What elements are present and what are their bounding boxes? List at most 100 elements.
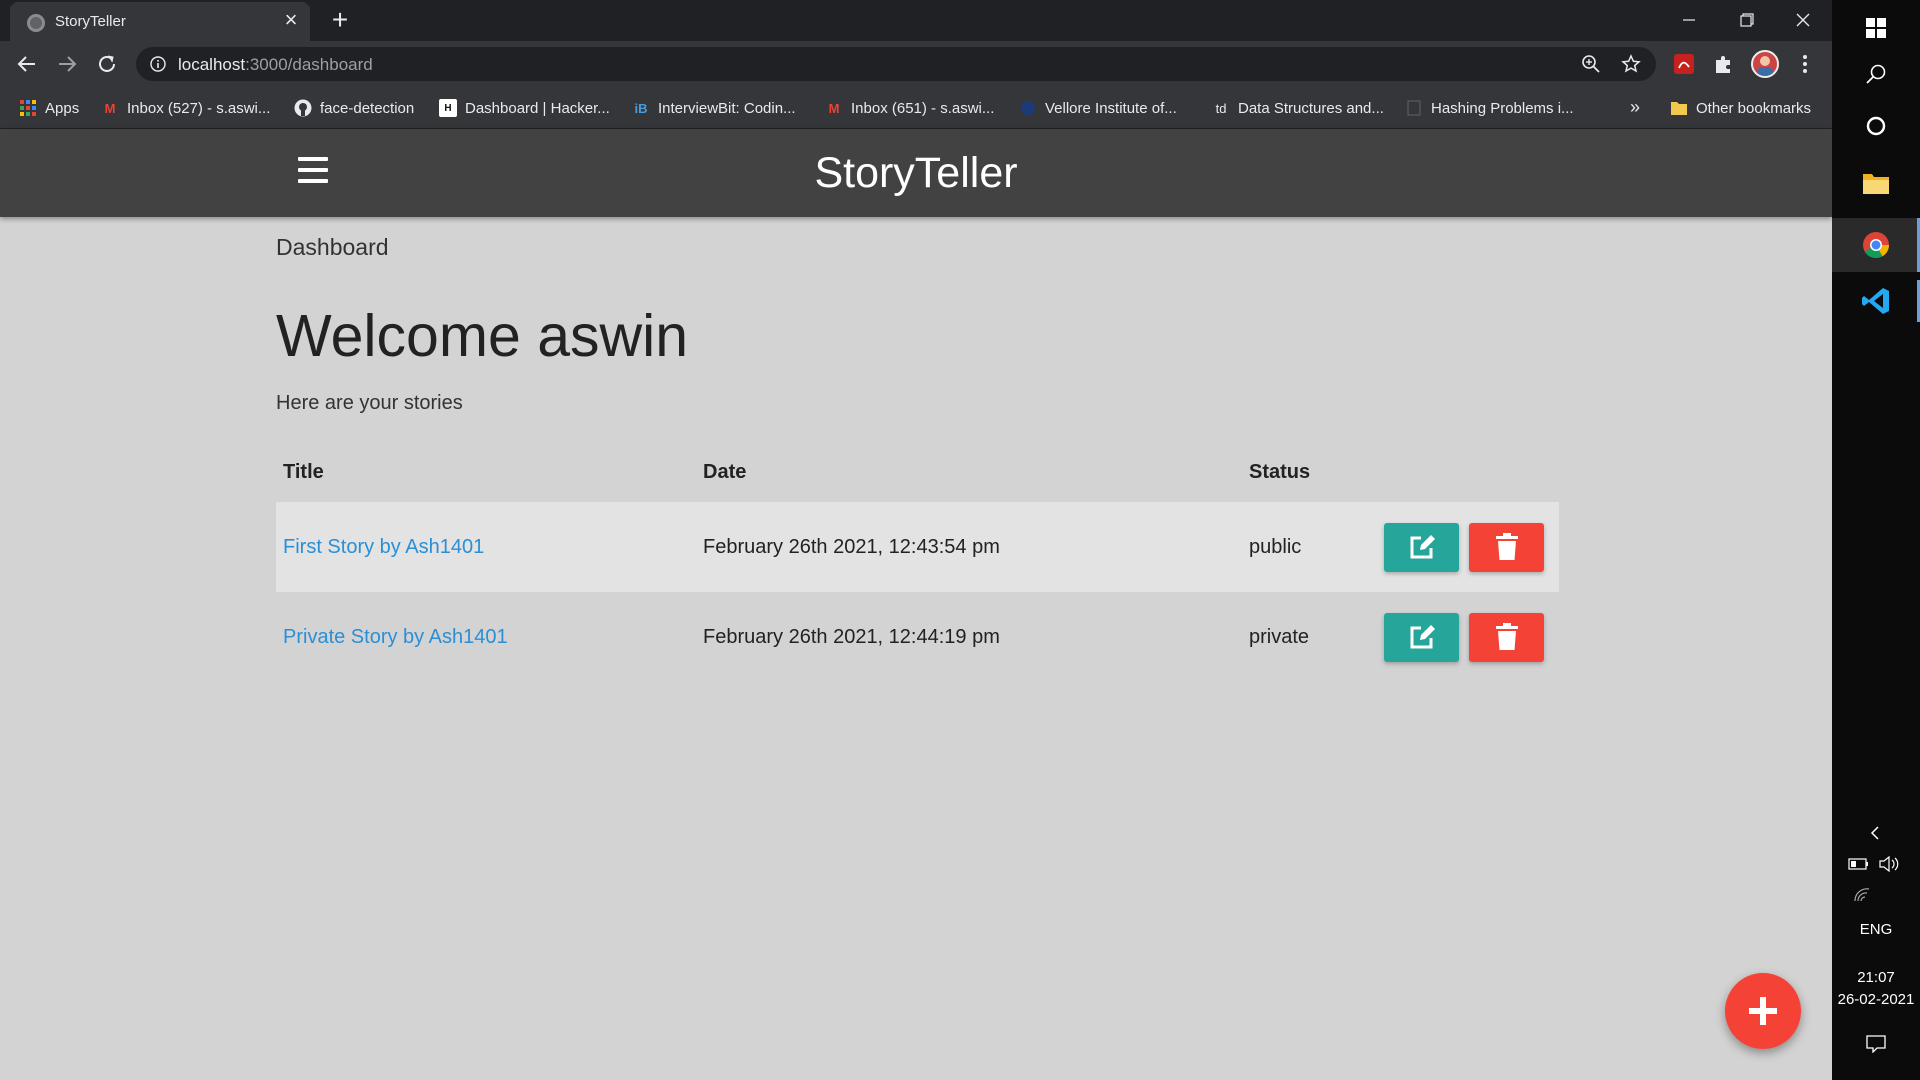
tray-battery-volume[interactable] [1832,852,1920,876]
app-navbar: StoryTeller [0,129,1832,217]
language-indicator[interactable]: ENG [1832,918,1920,940]
bookmark-vit[interactable]: Vellore Institute of... [1019,95,1177,121]
close-window-button[interactable] [1780,4,1826,36]
url-text: localhost:3000/dashboard [178,55,373,75]
browser-menu-icon[interactable] [1793,52,1817,76]
story-title-link[interactable]: Private Story by Ash1401 [283,626,508,648]
edit-story-button[interactable] [1384,522,1459,572]
zoom-icon[interactable] [1581,54,1601,74]
td-icon: td [1215,100,1227,116]
profile-avatar[interactable] [1751,50,1779,78]
battery-icon [1848,858,1868,870]
bookmark-label: Other bookmarks [1696,99,1812,117]
more-bookmarks-button[interactable]: » [1630,97,1640,118]
edit-story-button[interactable] [1384,612,1459,662]
header-title: Title [283,460,324,483]
bookmark-label: Hashing Problems i... [1431,99,1574,117]
bookmark-other[interactable]: Other bookmarks [1670,95,1811,121]
show-hidden-icons-chevron-icon[interactable] [1832,820,1920,846]
story-title-cell: First Story by Ash1401 [276,502,696,592]
gmail-icon: M [828,100,840,116]
bookmark-star-icon[interactable] [1621,54,1641,74]
page-icon [1405,99,1423,117]
gmail-icon: M [104,100,116,116]
header-status: Status [1249,460,1311,483]
trash-icon [1495,623,1518,650]
story-status: public [1249,535,1302,558]
row-actions [1377,592,1559,682]
apps-grid-icon [19,99,37,117]
bookmark-label: Inbox (651) - s.aswi... [851,99,995,117]
wifi-icon[interactable] [1818,884,1906,906]
story-date: February 26th 2021, 12:44:19 pm [703,625,1000,648]
pdf-extension-icon[interactable] [1672,52,1696,76]
browser-toolbar: localhost:3000/dashboard [0,41,1832,87]
address-bar[interactable]: localhost:3000/dashboard [136,47,1656,81]
reload-icon[interactable] [91,48,123,80]
clock[interactable]: 21:07 26-02-2021 [1832,966,1920,1012]
bookmark-gmail-527[interactable]: M Inbox (527) - s.aswi... [101,95,271,121]
extensions-puzzle-icon[interactable] [1712,52,1736,76]
stories-table: Title Date Status First Story by Ash1401… [276,442,1559,682]
header-date: Date [703,460,747,483]
bookmark-label: InterviewBit: Codin... [658,99,796,117]
tab-close-icon[interactable]: × [280,9,302,31]
bookmark-label: Apps [45,99,80,117]
story-title-cell: Private Story by Ash1401 [276,592,696,682]
bookmarks-bar: Apps M Inbox (527) - s.aswi... face-dete… [0,87,1832,129]
plus-icon [1749,997,1777,1025]
delete-story-button[interactable] [1469,522,1544,572]
bookmark-interviewbit[interactable]: iB InterviewBit: Codin... [632,95,796,121]
new-tab-button[interactable]: + [325,5,355,35]
vscode-icon[interactable] [1832,276,1920,326]
bookmark-gmail-651[interactable]: M Inbox (651) - s.aswi... [825,95,995,121]
clock-date: 26-02-2021 [1837,991,1915,1008]
edit-icon [1410,535,1435,559]
clock-time: 21:07 [1857,969,1895,986]
trash-icon [1495,533,1518,560]
chrome-taskbar-icon[interactable] [1832,218,1920,272]
page-subtitle: Here are your stories [276,392,463,414]
tab-strip: StoryTeller × + [0,0,1832,41]
bookmark-hackerrank[interactable]: H Dashboard | Hacker... [439,95,610,121]
browser-window: StoryTeller × + localhost:3000/dashboard [0,0,1832,1080]
volume-icon [1879,855,1899,873]
story-title-link[interactable]: First Story by Ash1401 [283,536,484,558]
bookmark-label: face-detection [320,99,415,117]
brand-logo[interactable]: StoryTeller [0,149,1832,198]
table-header-row: Title Date Status [276,442,1559,502]
page-title: Welcome aswin [276,303,689,369]
bookmark-apps[interactable]: Apps [19,95,79,121]
delete-story-button[interactable] [1469,612,1544,662]
bookmark-hashing[interactable]: Hashing Problems i... [1405,95,1574,121]
tab-storyteller[interactable]: StoryTeller × [10,2,310,41]
file-explorer-icon[interactable] [1832,160,1920,206]
url-host: localhost [178,55,246,74]
row-actions [1377,502,1559,592]
forward-arrow-icon[interactable] [51,48,83,80]
bookmark-data-structures[interactable]: td Data Structures and... [1212,95,1384,121]
table-row: First Story by Ash1401 February 26th 202… [276,502,1559,592]
minimize-button[interactable] [1666,4,1712,36]
story-status: private [1249,625,1310,648]
notifications-icon[interactable] [1832,1032,1920,1056]
windows-taskbar: ENG 21:07 26-02-2021 [1832,0,1920,1080]
header-actions [1377,442,1559,502]
info-icon[interactable] [150,56,166,72]
table-row: Private Story by Ash1401 February 26th 2… [276,592,1559,682]
bookmark-label: Data Structures and... [1238,99,1384,117]
bookmark-label: Inbox (527) - s.aswi... [127,99,271,117]
windows-start-icon[interactable] [1832,8,1920,48]
back-arrow-icon[interactable] [11,48,43,80]
bookmark-label: Dashboard | Hacker... [465,99,610,117]
restore-button[interactable] [1723,4,1769,36]
interviewbit-icon: iB [634,100,648,116]
github-icon [294,99,312,117]
cortana-icon[interactable] [1832,104,1920,148]
search-icon[interactable] [1832,54,1920,94]
bookmark-face-detection[interactable]: face-detection [294,95,414,121]
tab-title: StoryTeller [55,13,126,30]
vit-icon [1019,99,1037,117]
folder-icon [1670,99,1688,117]
add-story-button[interactable] [1725,973,1801,1049]
